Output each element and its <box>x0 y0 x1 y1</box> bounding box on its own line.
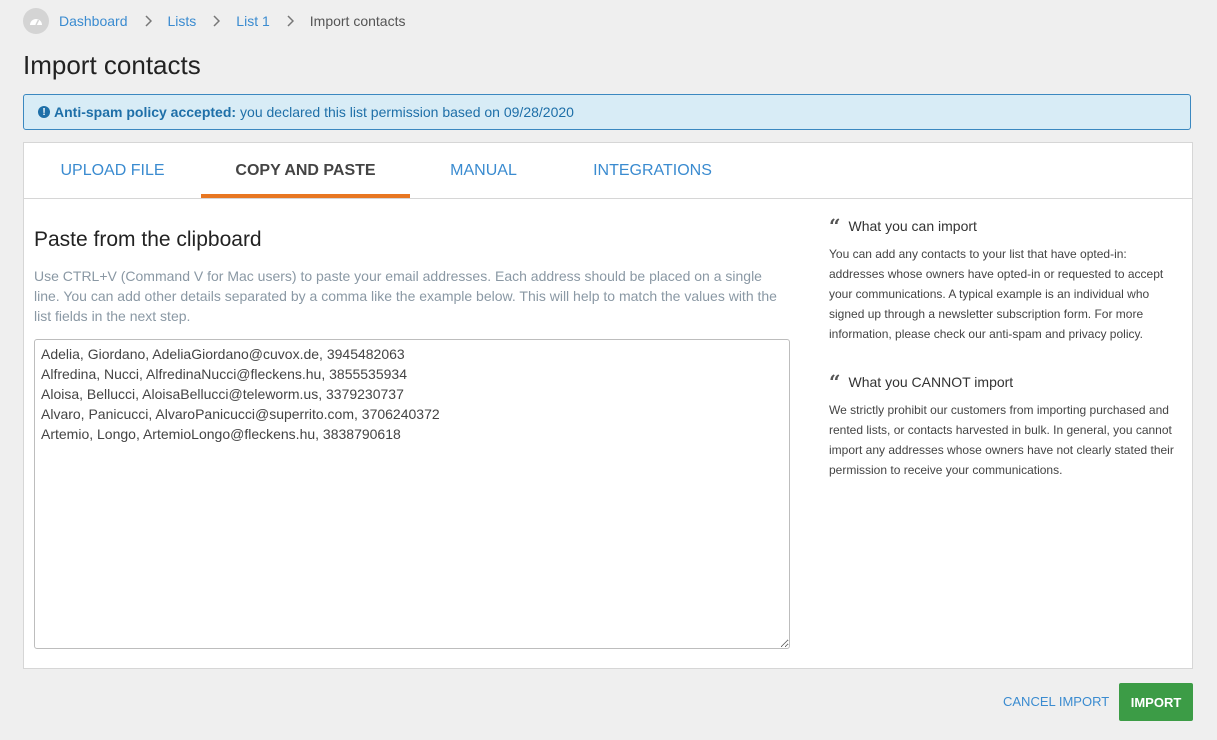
dashboard-gauge-icon[interactable] <box>23 8 49 34</box>
chevron-right-icon <box>286 15 294 27</box>
can-import-block: “ What you can import You can add any co… <box>829 214 1174 344</box>
import-panel: Upload file Copy and paste Manual Integr… <box>23 142 1193 669</box>
cannot-import-text: We strictly prohibit our customers from … <box>829 403 1174 477</box>
can-import-text: You can add any contacts to your list th… <box>829 247 1164 341</box>
paste-section-title: Paste from the clipboard <box>34 228 262 251</box>
chevron-right-icon <box>212 15 221 27</box>
cannot-import-block: “ What you CANNOT import We strictly pro… <box>829 370 1174 480</box>
breadcrumb: Dashboard Lists List 1 Import contacts <box>23 8 405 34</box>
alert-strong-text: Anti-spam policy accepted: <box>54 104 237 120</box>
import-info-sidebar: “ What you can import You can add any co… <box>829 214 1174 510</box>
cannot-import-title: What you CANNOT import <box>848 374 1014 390</box>
breadcrumb-current: Import contacts <box>309 13 406 29</box>
breadcrumb-link-dashboard[interactable]: Dashboard <box>59 13 128 29</box>
cancel-import-button[interactable]: Cancel import <box>1003 692 1109 712</box>
tab-upload-file[interactable]: Upload file <box>24 143 201 198</box>
tab-copy-and-paste[interactable]: Copy and paste <box>201 143 410 198</box>
tab-integrations[interactable]: Integrations <box>557 143 748 198</box>
paste-textarea[interactable] <box>34 339 790 649</box>
paste-section: Paste from the clipboard Use CTRL+V (Com… <box>34 226 791 326</box>
paste-help-text: Use CTRL+V (Command V for Mac users) to … <box>34 268 777 324</box>
info-circle-icon: ! <box>38 106 50 118</box>
chevron-right-icon <box>144 15 152 27</box>
anti-spam-alert: ! Anti-spam policy accepted: you declare… <box>23 94 1191 130</box>
cannot-import-heading: “ What you CANNOT import <box>829 370 1174 394</box>
import-tabs: Upload file Copy and paste Manual Integr… <box>24 143 1192 199</box>
page-title: Import contacts <box>23 50 201 80</box>
can-import-heading: “ What you can import <box>829 214 1174 238</box>
quote-icon: “ <box>829 370 841 394</box>
tab-manual[interactable]: Manual <box>410 143 557 198</box>
can-import-title: What you can import <box>848 218 977 234</box>
breadcrumb-link-lists[interactable]: Lists <box>168 13 197 29</box>
alert-text: you declared this list permission based … <box>240 104 574 120</box>
import-button[interactable]: Import <box>1119 683 1193 721</box>
quote-icon: “ <box>829 214 841 238</box>
breadcrumb-link-list-1[interactable]: List 1 <box>236 13 269 29</box>
